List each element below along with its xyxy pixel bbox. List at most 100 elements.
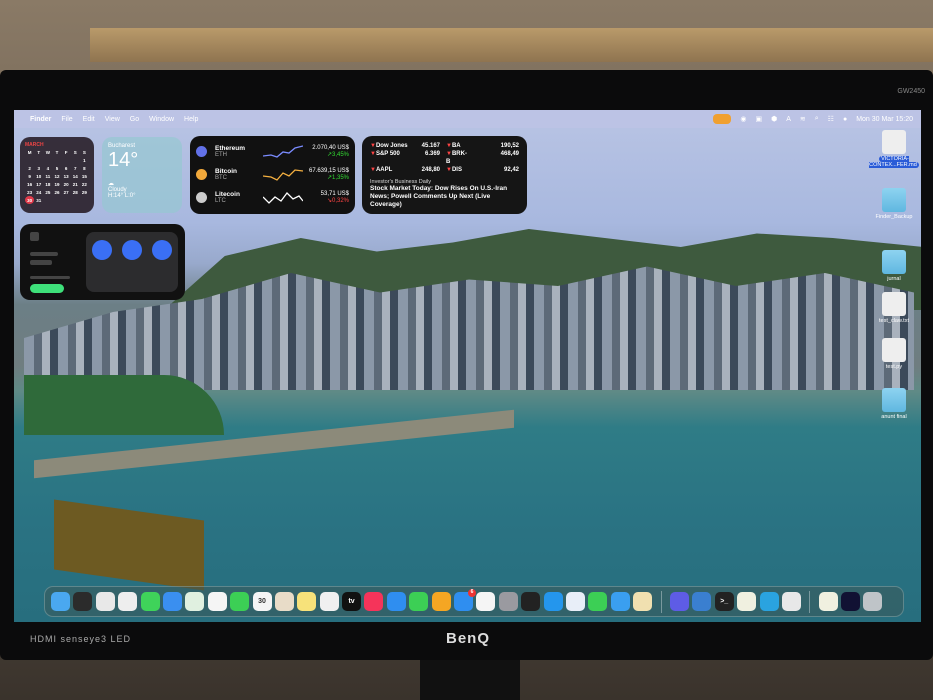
calendar-day[interactable]: 19 — [52, 180, 61, 188]
menu-edit[interactable]: Edit — [83, 116, 95, 123]
desktop-icon[interactable]: VICTORIA-CONTEX...FER.md — [869, 130, 919, 168]
calendar-day[interactable] — [71, 156, 80, 164]
microphone-indicator-icon[interactable] — [713, 114, 732, 124]
control-button[interactable] — [122, 240, 142, 260]
whatsapp-icon[interactable] — [588, 592, 608, 611]
launchpad-icon[interactable] — [118, 592, 138, 611]
status-icon[interactable]: ◉ — [740, 115, 746, 123]
control-center-icon[interactable]: ☷ — [828, 115, 834, 123]
control-button[interactable] — [152, 240, 172, 260]
app-store-icon[interactable]: 6 — [454, 589, 477, 611]
stock-symbol[interactable]: ▼Dow Jones — [370, 142, 408, 150]
textedit-icon[interactable] — [737, 592, 757, 611]
maps-icon[interactable] — [185, 592, 205, 611]
calendar-day[interactable]: 11 — [43, 172, 52, 180]
activity-monitor-icon[interactable] — [73, 592, 93, 611]
stock-symbol[interactable]: ▼BA — [440, 142, 468, 150]
screenshot-stack-icon[interactable] — [841, 592, 861, 611]
crypto-row[interactable]: Litecoin LTC 53,71 US$ ↘0,32% — [196, 186, 349, 209]
apple-tv-icon[interactable]: tv — [342, 592, 362, 611]
app-cleaner-icon[interactable] — [692, 592, 712, 611]
desktop-icon[interactable]: anunt final — [869, 388, 919, 420]
desktop-icon[interactable]: test.py — [869, 338, 919, 370]
calendar-day[interactable]: 25 — [43, 188, 52, 196]
clipboard-icon[interactable]: ▣ — [755, 115, 762, 123]
trash-icon[interactable] — [863, 592, 883, 611]
calendar-day[interactable]: 9 — [25, 172, 34, 180]
calendar-day[interactable] — [62, 196, 71, 204]
calendar-icon[interactable]: 30 — [252, 592, 272, 611]
green-action-button[interactable] — [30, 284, 64, 293]
calendar-day[interactable] — [43, 156, 52, 164]
calendar-day[interactable]: 5 — [52, 164, 61, 172]
safari-icon[interactable] — [610, 592, 630, 611]
photos-icon[interactable] — [207, 592, 227, 611]
mail-icon[interactable] — [162, 592, 182, 611]
numbers-icon[interactable] — [409, 592, 429, 611]
menu-finder[interactable]: Finder — [30, 116, 51, 123]
menu-window[interactable]: Window — [149, 116, 174, 123]
docker-icon[interactable] — [543, 592, 563, 611]
calendar-day[interactable]: 24 — [34, 188, 43, 196]
calendar-day[interactable]: 22 — [80, 180, 89, 188]
chrome-icon[interactable] — [95, 592, 115, 611]
calendar-day[interactable]: 16 — [25, 180, 34, 188]
calendar-day[interactable]: 29 — [80, 188, 89, 196]
freeform-icon[interactable] — [319, 592, 339, 611]
calendar-day[interactable] — [52, 196, 61, 204]
calendar-day[interactable]: 14 — [71, 172, 80, 180]
music-icon[interactable] — [364, 592, 384, 611]
stocks-widget[interactable]: ▼Dow Jones 45.167 ▼BA 190,52 ▼S&P 500 6.369 ▼B… — [362, 136, 527, 214]
desktop-icon[interactable]: test_claw.txt — [869, 292, 919, 324]
menu-go[interactable]: Go — [130, 116, 139, 123]
reminders-icon[interactable] — [476, 592, 496, 611]
document-stack-icon[interactable] — [818, 592, 838, 611]
calendar-day[interactable] — [80, 196, 89, 204]
stock-symbol[interactable]: ▼AAPL — [370, 166, 408, 174]
chrome-2-icon[interactable] — [781, 592, 801, 611]
menu-help[interactable]: Help — [184, 116, 198, 123]
clock[interactable]: Mon 30 Mar 15:20 — [856, 116, 913, 123]
calendar-day[interactable]: 18 — [43, 180, 52, 188]
finder-icon[interactable] — [51, 592, 70, 611]
desktop-icon[interactable]: jurnal — [869, 250, 919, 282]
calendar-day[interactable]: 3 — [34, 164, 43, 172]
facetime-icon[interactable] — [230, 592, 250, 611]
preview-icon[interactable] — [565, 592, 585, 611]
calendar-day[interactable]: 21 — [71, 180, 80, 188]
linear-icon[interactable] — [669, 592, 689, 611]
desktop-icon[interactable]: Finder_Backup — [869, 188, 919, 220]
calendar-day[interactable]: 30 — [25, 196, 35, 204]
siri-icon[interactable]: ● — [843, 116, 847, 123]
news-headline[interactable]: Stock Market Today: Dow Rises On U.S.-Ir… — [370, 185, 519, 209]
keynote-icon[interactable] — [386, 592, 406, 611]
calendar-day[interactable]: 28 — [71, 188, 80, 196]
crypto-widget[interactable]: Ethereum ETH 2.070,40 US$ ↗3,45% Bitcoin BT… — [190, 136, 355, 214]
script-editor-icon[interactable] — [633, 592, 653, 611]
stock-symbol[interactable]: ▼S&P 500 — [370, 150, 408, 166]
calendar-day[interactable]: 7 — [71, 164, 80, 172]
calendar-day[interactable]: 2 — [25, 164, 34, 172]
calendar-day[interactable]: 17 — [34, 180, 43, 188]
calendar-day[interactable]: 13 — [62, 172, 71, 180]
calendar-day[interactable]: 15 — [80, 172, 89, 180]
calendar-day[interactable]: 23 — [25, 188, 34, 196]
shield-icon[interactable]: ⬢ — [771, 115, 777, 123]
calendar-day[interactable] — [34, 156, 43, 164]
system-settings-icon[interactable] — [498, 592, 518, 611]
crypto-row[interactable]: Bitcoin BTC 67.639,15 US$ ↗1,35% — [196, 163, 349, 186]
weather-widget[interactable]: Bucharest 14° ☁ Cloudy H:14° L:0° — [102, 137, 182, 213]
control-widget[interactable] — [20, 224, 185, 300]
calendar-day[interactable] — [43, 196, 52, 204]
stock-symbol[interactable]: ▼DIS — [440, 166, 468, 174]
calendar-day[interactable]: 12 — [52, 172, 61, 180]
control-button[interactable] — [92, 240, 112, 260]
calendar-day[interactable]: 10 — [34, 172, 43, 180]
calendar-day[interactable] — [62, 156, 71, 164]
search-icon[interactable]: ⌕ — [815, 115, 819, 123]
calendar-day[interactable]: 4 — [43, 164, 52, 172]
menu-view[interactable]: View — [105, 116, 120, 123]
calendar-day[interactable] — [25, 156, 34, 164]
telegram-icon[interactable] — [759, 592, 779, 611]
calendar-day[interactable]: 27 — [62, 188, 71, 196]
